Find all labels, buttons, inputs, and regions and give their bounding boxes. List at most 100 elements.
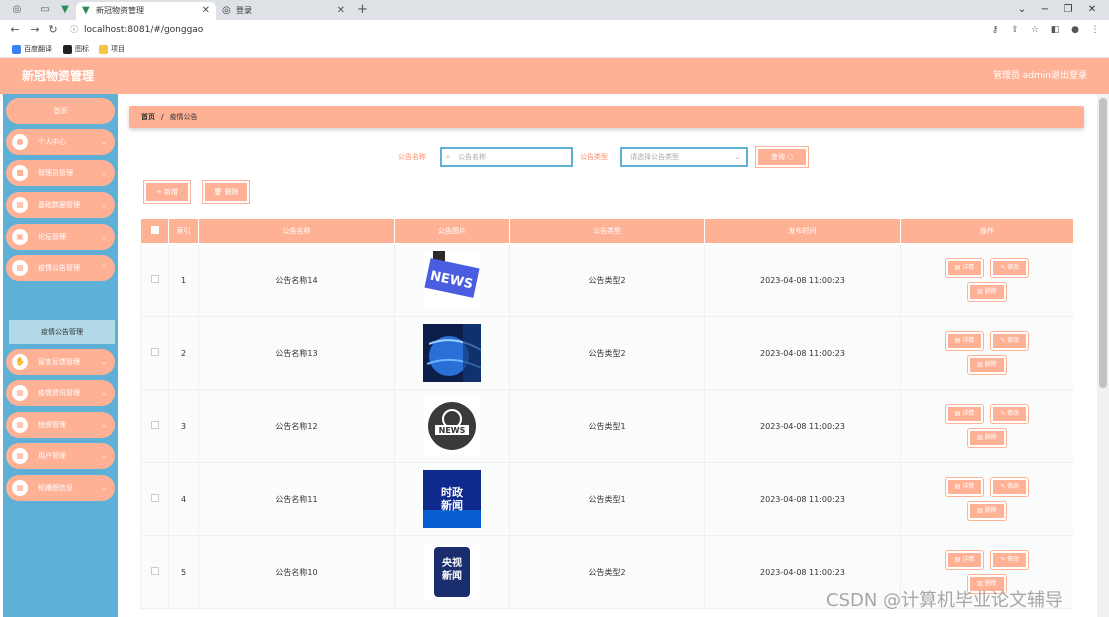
row-delete-button[interactable]: ▥ 删除 bbox=[968, 502, 1006, 520]
table-header-row: 索引 公告名称 公告图片 公告类型 发布时间 操作 bbox=[140, 218, 1073, 244]
submenu-item-notice-manage[interactable]: 疫情公告管理 bbox=[9, 320, 115, 344]
edit-button[interactable]: ✎ 修改 bbox=[991, 332, 1029, 350]
window-close-icon[interactable]: ✕ bbox=[1082, 2, 1102, 18]
edit-button[interactable]: ✎ 修改 bbox=[991, 405, 1029, 423]
chevron-down-icon[interactable]: ⌄ bbox=[1012, 2, 1032, 18]
name-search-input[interactable]: ⌕ 公告名称 bbox=[440, 147, 573, 167]
url-field[interactable]: ⓘ localhost:8081/#/gonggao bbox=[70, 22, 203, 38]
notice-icon: ▦ bbox=[12, 260, 28, 276]
detail-button[interactable]: ▤ 详情 bbox=[945, 405, 984, 423]
app: 新冠物资管理 管理员 admin 退出登录 首页 ● 个人中心 ⌄ ■ 管理员管理 ⌄ … bbox=[0, 58, 1109, 617]
add-label: 新增 bbox=[164, 188, 179, 196]
row-checkbox[interactable] bbox=[150, 421, 159, 429]
sidebar-item-feedback[interactable]: ✋ 留言反馈管理 ⌄ bbox=[6, 349, 115, 375]
detail-button[interactable]: ▤ 详情 bbox=[945, 551, 984, 569]
row-checkbox[interactable] bbox=[150, 494, 159, 502]
profile-icon[interactable]: ● bbox=[1068, 22, 1082, 38]
bookmark-item[interactable]: 百度翻译 bbox=[12, 43, 52, 55]
star-icon[interactable]: ☆ bbox=[1028, 22, 1042, 38]
breadcrumb-home[interactable]: 首页 bbox=[141, 113, 155, 121]
row-checkbox[interactable] bbox=[150, 275, 159, 283]
sidebar-item-label: 基础数据管理 bbox=[38, 201, 80, 209]
delete-label: 删除 bbox=[984, 434, 997, 441]
reload-icon[interactable]: ↻ bbox=[46, 22, 60, 38]
row-image-cell: 时政新闻 bbox=[394, 462, 510, 536]
type-select[interactable]: 请选择公告类型 ⌄ bbox=[620, 147, 748, 167]
edit-button[interactable]: ✎ 修改 bbox=[991, 478, 1029, 496]
query-button[interactable]: 查询 ○ bbox=[756, 147, 808, 167]
tab-label: 新冠物资管理 bbox=[96, 6, 144, 15]
select-all-checkbox[interactable] bbox=[150, 226, 159, 234]
vue-icon[interactable]: ▼ bbox=[58, 3, 72, 17]
sidebar-item-label: 疫情资讯管理 bbox=[38, 389, 80, 397]
table-row: 2 公告名称13 公告类型2 2023-04-08 11:00:23 ▤ 详情 … bbox=[140, 316, 1073, 390]
sidebar-item-notice[interactable]: ▦ 疫情公告管理 ⌃ bbox=[6, 255, 115, 281]
sidebar-item-label: 管理员管理 bbox=[38, 169, 73, 177]
minimize-icon[interactable]: − bbox=[1035, 2, 1055, 18]
detail-button[interactable]: ▤ 详情 bbox=[945, 332, 984, 350]
key-icon[interactable]: ⚷ bbox=[988, 22, 1002, 38]
chrome-icon[interactable]: ◎ bbox=[10, 3, 24, 17]
detail-button[interactable]: ▤ 详情 bbox=[945, 259, 984, 277]
users-icon: ▦ bbox=[12, 448, 28, 464]
browser-tab[interactable]: ◎ 登录 ✕ bbox=[216, 2, 351, 20]
restore-icon[interactable]: ❐ bbox=[1058, 2, 1078, 18]
close-icon[interactable]: ✕ bbox=[202, 2, 210, 20]
detail-button[interactable]: ▤ 详情 bbox=[945, 478, 984, 496]
sidebar-item-forum[interactable]: ▣ 论坛管理 ⌄ bbox=[6, 224, 115, 250]
back-icon[interactable]: ← bbox=[8, 22, 22, 38]
translate-icon bbox=[12, 45, 21, 54]
row-select-cell[interactable] bbox=[140, 243, 169, 317]
thumbnail-text: NEWS bbox=[439, 426, 466, 435]
delete-button[interactable]: 🗑 删除 bbox=[203, 181, 249, 203]
row-delete-button[interactable]: ▥ 删除 bbox=[968, 356, 1006, 374]
row-checkbox[interactable] bbox=[150, 567, 159, 575]
row-select-cell[interactable] bbox=[140, 462, 169, 536]
info-icon: ⓘ bbox=[70, 25, 78, 34]
sidebar-item-supplies[interactable]: ▦ 物资管理 ⌄ bbox=[6, 412, 115, 438]
delete-label: 删除 bbox=[984, 288, 997, 295]
bookmark-item[interactable]: 项目 bbox=[99, 43, 125, 55]
forward-icon[interactable]: → bbox=[28, 22, 42, 38]
detail-label: 详情 bbox=[962, 264, 975, 271]
close-icon[interactable]: ✕ bbox=[337, 2, 345, 20]
edit-button[interactable]: ✎ 修改 bbox=[991, 551, 1029, 569]
column-header-actions: 操作 bbox=[900, 218, 1073, 244]
bookmark-item[interactable]: 图标 bbox=[63, 43, 89, 55]
app-title: 新冠物资管理 bbox=[22, 69, 95, 83]
add-button[interactable]: + 新增 bbox=[144, 181, 190, 203]
forum-icon: ▣ bbox=[12, 229, 28, 245]
tab-icon[interactable]: ▭ bbox=[38, 3, 52, 17]
row-delete-button[interactable]: ▥ 删除 bbox=[968, 283, 1006, 301]
trash-icon: ▥ bbox=[977, 434, 983, 441]
sidebar-item-news[interactable]: ▦ 疫情资讯管理 ⌄ bbox=[6, 380, 115, 406]
scrollbar-thumb[interactable] bbox=[1099, 98, 1107, 388]
row-checkbox[interactable] bbox=[150, 348, 159, 356]
row-delete-button[interactable]: ▥ 删除 bbox=[968, 429, 1006, 447]
pencil-icon: ✎ bbox=[1000, 483, 1006, 490]
column-header-image: 公告图片 bbox=[394, 218, 510, 244]
share-icon[interactable]: ⇪ bbox=[1008, 22, 1022, 38]
new-tab-icon[interactable]: + bbox=[357, 2, 368, 18]
sidebar-item-home[interactable]: 首页 bbox=[6, 98, 115, 124]
sidepanel-icon[interactable]: ◧ bbox=[1048, 22, 1062, 38]
sidebar-item-users[interactable]: ▦ 用户管理 ⌄ bbox=[6, 443, 115, 469]
chevron-down-icon: ⌄ bbox=[101, 233, 107, 241]
globe-thumbnail bbox=[423, 324, 481, 382]
select-all-cell[interactable] bbox=[140, 218, 169, 244]
sidebar-item-admins[interactable]: ■ 管理员管理 ⌄ bbox=[6, 160, 115, 186]
sidebar-item-profile[interactable]: ● 个人中心 ⌄ bbox=[6, 129, 115, 155]
row-select-cell[interactable] bbox=[140, 535, 169, 609]
edit-label: 修改 bbox=[1007, 556, 1020, 563]
sidebar-item-carousel[interactable]: ▦ 轮播图信息 ⌄ bbox=[6, 475, 115, 501]
menu-icon[interactable]: ⋮ bbox=[1088, 22, 1102, 38]
row-select-cell[interactable] bbox=[140, 389, 169, 463]
sidebar-item-basedata[interactable]: ▦ 基础数据管理 ⌄ bbox=[6, 192, 115, 218]
browser-tab-active[interactable]: ▼ 新冠物资管理 ✕ bbox=[76, 2, 216, 20]
row-select-cell[interactable] bbox=[140, 316, 169, 390]
sidebar: 首页 ● 个人中心 ⌄ ■ 管理员管理 ⌄ ▦ 基础数据管理 ⌄ ▣ 论坛管理 ⌄ ▦ 疫情公告管… bbox=[3, 94, 118, 617]
delete-label: 删除 bbox=[984, 361, 997, 368]
edit-button[interactable]: ✎ 修改 bbox=[991, 259, 1029, 277]
logout-link[interactable]: 退出登录 bbox=[1051, 58, 1087, 94]
sidebar-item-label: 疫情公告管理 bbox=[38, 264, 80, 272]
